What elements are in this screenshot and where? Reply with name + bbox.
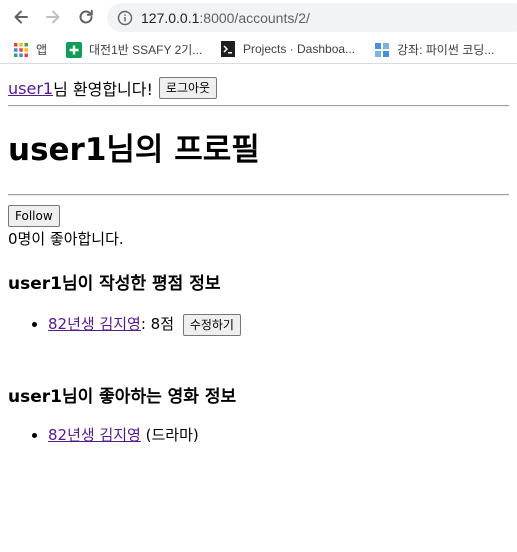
url-host: 127.0.0.1 xyxy=(141,9,200,26)
bookmark-apps[interactable]: 앱 xyxy=(13,41,47,58)
welcome-bar: user1 님 환영합니다! 로그아웃 xyxy=(8,77,509,99)
green-plus-icon xyxy=(66,41,82,58)
genre-text: (드라마) xyxy=(140,426,199,444)
blue-blocks-icon xyxy=(375,42,389,57)
back-arrow-icon xyxy=(14,10,28,24)
page-content: user1 님 환영합니다! 로그아웃 user1님의 프로필 Follow 0명… xyxy=(0,77,517,447)
info-icon[interactable] xyxy=(117,10,133,26)
forward-button[interactable] xyxy=(42,6,64,28)
bookmarks-bar: 앱 대전1반 SSAFY 2기... Projects · Dashboa...… xyxy=(0,35,517,64)
url-path: :8000/accounts/2/ xyxy=(199,9,310,26)
movie-link[interactable]: 82년생 김지영 xyxy=(48,315,141,333)
edit-rating-button[interactable]: 수정하기 xyxy=(182,313,241,336)
bookmark-python[interactable]: 강좌: 파이썬 코딩... xyxy=(374,41,494,58)
reload-icon xyxy=(79,9,93,24)
bookmark-label: 강좌: 파이썬 코딩... xyxy=(397,43,495,57)
logout-button[interactable]: 로그아웃 xyxy=(158,77,218,99)
score-text: : 8점 xyxy=(140,315,175,333)
ratings-heading: user1님이 작성한 평점 정보 xyxy=(8,274,221,294)
divider xyxy=(8,194,509,195)
username-link[interactable]: user1 xyxy=(8,79,53,98)
forward-arrow-icon xyxy=(46,10,60,24)
liked-movies-list: 82년생 김지영 (드라마) xyxy=(8,423,509,447)
bookmark-projects[interactable]: Projects · Dashboa... xyxy=(220,41,355,57)
likes-count-text: 0명이 좋아합니다. xyxy=(8,230,124,248)
reload-button[interactable] xyxy=(75,6,97,28)
apps-grid-icon xyxy=(14,42,28,57)
movie-link[interactable]: 82년생 김지영 xyxy=(48,426,141,444)
bookmark-label: 대전1반 SSAFY 2기... xyxy=(89,43,203,57)
address-bar[interactable]: 127.0.0.1:8000/accounts/2/ xyxy=(107,3,517,32)
bookmark-ssafy[interactable]: 대전1반 SSAFY 2기... xyxy=(66,41,202,58)
welcome-text: 님 환영합니다! xyxy=(53,80,153,99)
ratings-list: 82년생 김지영: 8점 수정하기 xyxy=(8,312,509,336)
page-title: user1님의 프로필 xyxy=(8,132,260,168)
follow-row: Follow xyxy=(8,205,509,227)
bookmark-label: Projects · Dashboa... xyxy=(243,42,356,56)
back-button[interactable] xyxy=(10,6,32,28)
follow-button[interactable]: Follow xyxy=(8,205,60,227)
bookmark-label: 앱 xyxy=(36,43,48,57)
browser-toolbar: 127.0.0.1:8000/accounts/2/ xyxy=(0,0,517,35)
liked-movies-heading: user1님이 좋아하는 영화 정보 xyxy=(8,387,237,407)
terminal-icon xyxy=(221,41,235,57)
list-item: 82년생 김지영 (드라마) xyxy=(48,423,509,447)
list-item: 82년생 김지영: 8점 수정하기 xyxy=(48,312,509,336)
url-text[interactable]: 127.0.0.1:8000/accounts/2/ xyxy=(141,10,310,26)
